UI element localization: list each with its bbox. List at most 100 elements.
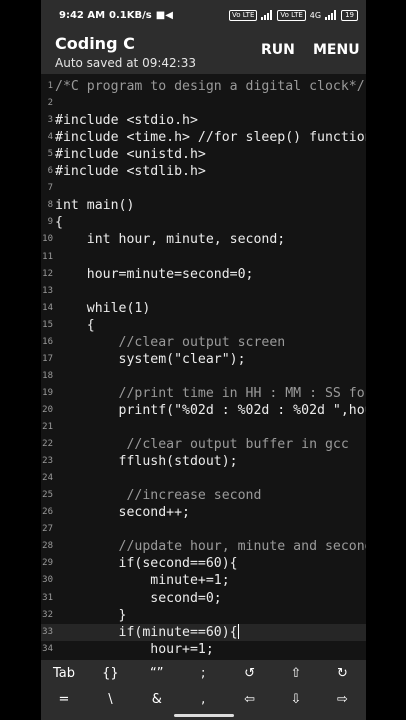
tab-key[interactable]: Tab [41,661,87,687]
arrow-left-key[interactable]: ⇦ [227,687,273,713]
code-line[interactable]: 23 fflush(stdout); [41,453,238,470]
equals-key[interactable]: = [41,687,87,713]
code-line[interactable]: 7 [41,180,55,197]
backslash-key[interactable]: \ [87,687,133,713]
code-text: if(minute==60){ [55,624,238,640]
quotes-key[interactable]: “” [134,661,180,687]
network-type: 4G [309,10,322,20]
code-text: fflush(stdout); [55,454,238,470]
text-caret [237,624,239,640]
arrow-right-key[interactable]: ⇨ [319,687,365,713]
code-line[interactable]: 24 [41,470,55,487]
code-line[interactable]: 1/*C program to design a digital clock*/ [41,78,365,95]
code-line[interactable]: 9{ [41,214,63,231]
line-number: 14 [42,302,53,313]
line-number: 31 [42,592,53,603]
line-number: 5 [47,149,53,160]
code-line[interactable]: 33 if(minute==60){ [41,624,239,641]
line-number: 18 [42,370,53,381]
code-line[interactable]: 12 hour=minute=second=0; [41,266,254,283]
signal-icon-1 [261,10,273,20]
code-line[interactable]: 31 second=0; [41,590,222,607]
code-line[interactable]: 21 [41,419,55,436]
code-text: second=0; [55,590,222,606]
line-number: 30 [42,575,53,586]
status-speed: 0.1KB/s [109,9,152,21]
code-line[interactable]: 16 //clear output screen [41,334,285,351]
code-line[interactable]: 10 int hour, minute, second; [41,231,285,248]
line-number: 16 [42,336,53,347]
code-text: int main() [55,198,135,214]
ampersand-key[interactable]: & [134,687,180,713]
comma-key[interactable]: , [180,687,226,713]
code-line[interactable]: 2 [41,95,55,112]
line-number: 19 [42,387,53,398]
code-text: #include <unistd.h> [55,147,206,163]
code-text: hour=minute=second=0; [55,266,254,282]
arrow-down-key[interactable]: ⇩ [273,687,319,713]
code-line[interactable]: 8 int main() [41,197,135,214]
code-line[interactable]: 11 [41,249,55,266]
code-line[interactable]: 4 #include <time.h> //for sleep() functio… [41,129,366,146]
code-line[interactable]: 34 hour+=1; [41,641,214,658]
line-number: 3 [47,115,53,126]
code-line[interactable]: 32 } [41,607,126,624]
run-button[interactable]: RUN [261,42,295,58]
line-number: 25 [42,490,53,501]
semicolon-key[interactable]: ; [180,661,226,687]
code-text: /*C program to design a digital clock*/ [55,79,365,94]
code-line[interactable]: 5 #include <unistd.h> [41,146,206,163]
line-number: 21 [42,422,53,432]
battery-icon: 19 [341,9,358,21]
line-number: 23 [42,456,53,467]
extra-keys-bar: Tab{} “”; ↺ ⇧ ↻ = \ &, ⇦ ⇩ ⇨ [41,660,366,720]
code-text: if(second==60){ [55,556,238,572]
code-text: { [55,317,95,333]
code-line[interactable]: 3 #include <stdio.h> [41,112,198,129]
line-number: 1 [47,81,53,91]
code-editor[interactable]: 1/*C program to design a digital clock*/… [41,74,366,660]
code-text: #include <time.h> //for sleep() function [55,130,366,146]
code-line[interactable]: 22 //clear output buffer in gcc [41,436,349,453]
line-number: 29 [42,558,53,569]
code-text: //clear output screen [55,334,286,350]
code-line[interactable]: 14 while(1) [41,300,150,317]
shift-up-key[interactable]: ⇧ [273,661,319,687]
code-line[interactable]: 30 minute+=1; [41,572,230,589]
undo-key[interactable]: ↺ [227,661,273,687]
code-text: hour+=1; [55,641,214,657]
braces-key[interactable]: {} [87,661,133,687]
code-line[interactable]: 29 if(second==60){ [41,555,238,572]
code-line[interactable]: 20 printf("%02d : %02d : %02d ",hour,min… [41,402,366,419]
menu-button[interactable]: MENU [313,42,360,58]
redo-key[interactable]: ↻ [319,661,365,687]
line-number: 13 [42,285,53,296]
code-line[interactable]: 17 system("clear"); [41,351,245,368]
code-line[interactable]: 28 //update hour, minute and second [41,538,366,555]
code-text: } [55,607,127,623]
code-text: #include <stdlib.h> [55,164,206,180]
code-line[interactable]: 19 //print time in HH : MM : SS format [41,385,366,402]
code-line[interactable]: 13 [41,283,55,300]
code-line[interactable]: 15 { [41,317,95,334]
line-number: 20 [42,404,53,415]
status-time: 9:42 AM [59,9,106,21]
line-number: 12 [42,268,53,279]
line-number: 28 [42,541,53,552]
signal-icon-2 [325,10,337,20]
line-number: 11 [42,251,53,262]
line-number: 2 [47,98,53,109]
code-line[interactable]: 27 [41,521,55,538]
code-line[interactable]: 18 [41,368,55,385]
line-number: 22 [42,439,53,450]
code-line[interactable]: 6 #include <stdlib.h> [41,163,206,180]
line-number: 8 [47,200,53,211]
line-number: 4 [47,132,53,143]
line-number: 10 [42,234,53,245]
code-line[interactable]: 26 second++; [41,504,190,521]
code-text: //increase second [55,488,262,504]
code-text: int hour, minute, second; [55,232,286,248]
code-line[interactable]: 25 //increase second [41,487,261,504]
code-text: minute+=1; [55,573,230,589]
gesture-nav-bar[interactable] [174,714,234,717]
